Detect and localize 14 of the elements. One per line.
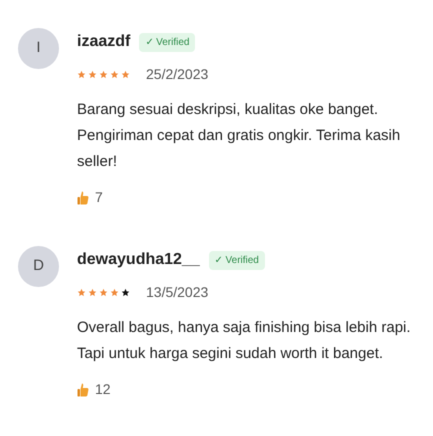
review-date: 25/2/2023 — [146, 65, 208, 84]
review-text: Barang sesuai deskripsi, kualitas oke banget. Pengiriman cepat dan gratis ongkir. Terima kasih seller! — [77, 100, 402, 172]
verified-badge: ✓ Verified — [139, 32, 196, 52]
reviewer-name: dewayudha12__ — [77, 250, 200, 270]
verified-badge: ✓ Verified — [208, 250, 265, 270]
avatar: I — [18, 28, 59, 69]
review-text: Overall bagus, hanya saja finishing bisa lebih rapi. Tapi untuk harga segini sudah worth it banget. — [77, 318, 412, 364]
thumbs-up-icon[interactable] — [77, 382, 89, 396]
avatar: D — [18, 246, 59, 287]
review-date: 13/5/2023 — [146, 283, 208, 302]
like-count: 12 — [95, 380, 111, 399]
reviewer-name: izaazdf — [77, 32, 130, 52]
like-count: 7 — [95, 188, 103, 207]
thumbs-up-icon[interactable] — [77, 190, 89, 204]
